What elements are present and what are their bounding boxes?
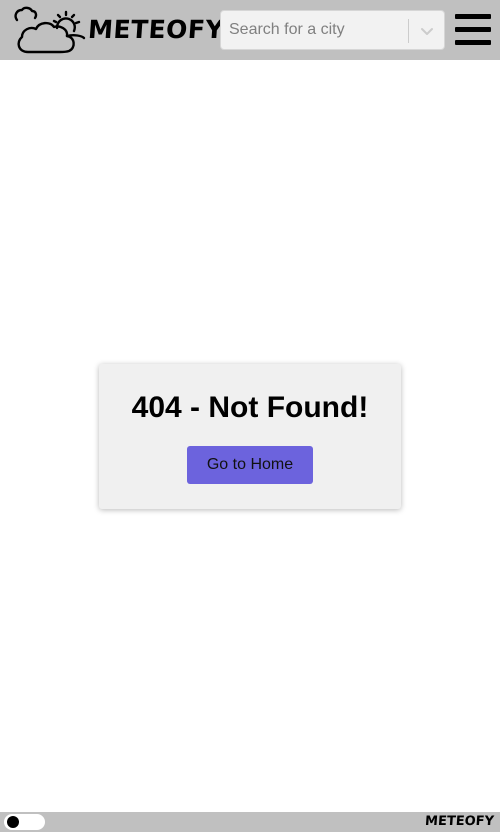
search-input[interactable] [229,17,407,43]
not-found-card: 404 - Not Found! Go to Home [99,364,401,509]
chevron-down-icon[interactable] [417,22,437,40]
go-home-button[interactable]: Go to Home [187,446,313,484]
menu-bar [455,27,491,32]
city-search[interactable] [220,10,445,50]
brand-logo-text[interactable]: METEOFY [87,14,225,46]
page-title: 404 - Not Found! [131,391,369,424]
cloud-sun-logo-icon [14,6,86,54]
top-bar: METEOFY [0,0,500,60]
menu-bar [455,40,491,45]
hamburger-menu-icon[interactable] [455,14,491,46]
menu-bar [455,14,491,19]
toggle-knob[interactable] [7,816,19,828]
theme-toggle[interactable] [4,814,45,830]
search-separator [408,19,409,43]
bottom-bar: METEOFY [0,812,500,832]
footer-brand-text: METEOFY [424,814,495,829]
